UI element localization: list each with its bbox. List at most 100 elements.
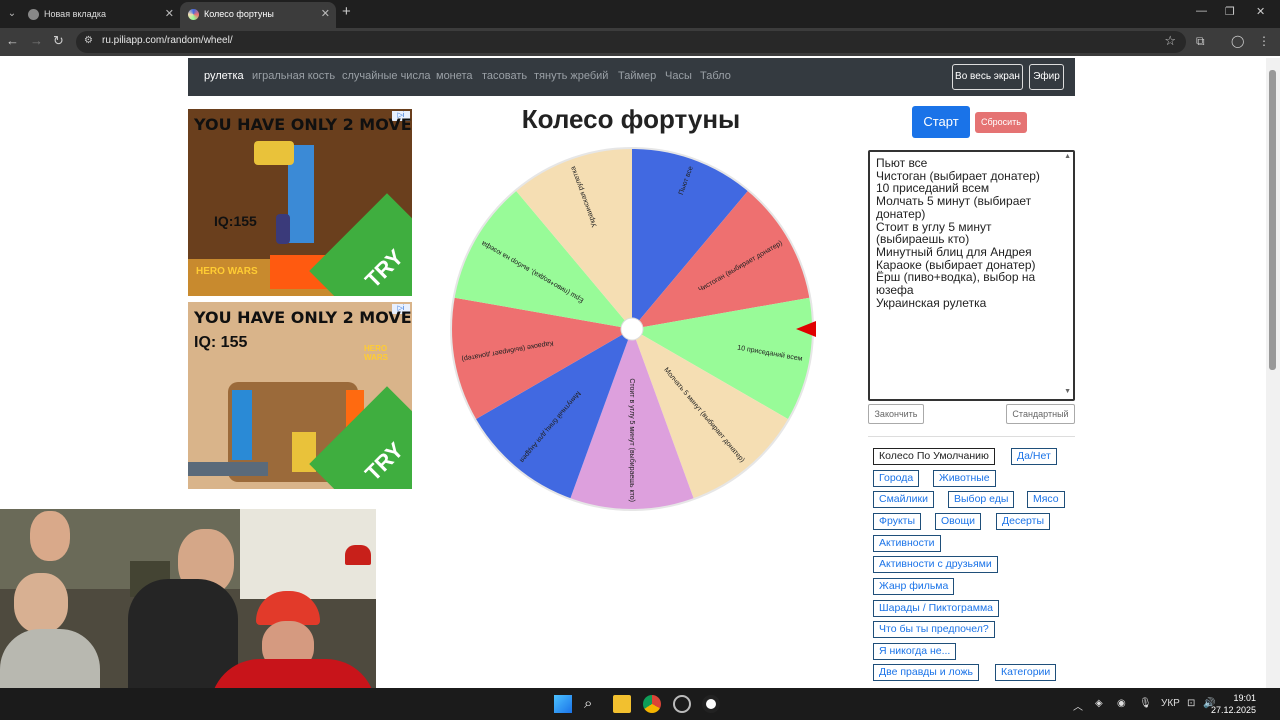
start-button[interactable]: Старт bbox=[912, 106, 970, 138]
nav-random-numbers[interactable]: случайные числа bbox=[342, 70, 430, 82]
ad-brand-logo: HERO WARS bbox=[196, 266, 258, 277]
wheel-segment-label: Стоит в углу 5 минут (выбираешь кто) bbox=[628, 378, 636, 502]
window-close-icon[interactable]: ✕ bbox=[1256, 5, 1265, 18]
back-icon[interactable]: ← bbox=[6, 33, 19, 48]
scrollbar-thumb[interactable] bbox=[1269, 70, 1276, 370]
language-indicator[interactable]: УКР bbox=[1161, 698, 1180, 709]
entry-line: Пьют все bbox=[876, 156, 928, 170]
page-scrollbar[interactable] bbox=[1266, 58, 1280, 688]
address-bar[interactable]: ⚙ ru.piliapp.com/random/wheel/ ☆ bbox=[76, 31, 1186, 53]
scroll-down-icon[interactable]: ▼ bbox=[1064, 388, 1071, 395]
profile-icon[interactable]: ◯ bbox=[1231, 34, 1244, 48]
globe-icon bbox=[28, 9, 39, 20]
nav-draw-lots[interactable]: тянуть жребий bbox=[534, 70, 608, 82]
nav-scoreboard[interactable]: Табло bbox=[700, 70, 731, 82]
preset-activities-with-friends[interactable]: Активности с друзьями bbox=[873, 556, 998, 573]
entry-line: Украинская рулетка bbox=[876, 295, 987, 310]
network-icon[interactable]: ⊡ bbox=[1187, 698, 1195, 709]
page-title: Колесо фортуны bbox=[521, 104, 741, 134]
menu-icon[interactable]: ⋮ bbox=[1258, 34, 1270, 48]
bookmark-star-icon[interactable]: ☆ bbox=[1164, 33, 1176, 49]
windows-taskbar: ⌕ ︿ ◈ ◉ 🎙 УКР ⊡ 🔊 19:01 27.12.2025 bbox=[0, 688, 1280, 720]
url-text: ru.piliapp.com/random/wheel/ bbox=[102, 35, 233, 46]
preset-vegetables[interactable]: Овощи bbox=[935, 513, 981, 530]
close-tab-icon[interactable]: ✕ bbox=[165, 2, 174, 26]
preset-animals[interactable]: Животные bbox=[933, 470, 996, 487]
preset-movie-genre[interactable]: Жанр фильма bbox=[873, 578, 955, 595]
clock-time: 19:01 bbox=[1233, 693, 1256, 703]
preset-food-choice[interactable]: Выбор еды bbox=[948, 491, 1015, 508]
extensions-icon[interactable]: ⧉ bbox=[1196, 34, 1205, 49]
preset-emoji[interactable]: Смайлики bbox=[873, 491, 934, 508]
tab-wheel[interactable]: Колесо фортуны ✕ bbox=[180, 2, 336, 28]
preset-activities[interactable]: Активности bbox=[873, 535, 941, 552]
preset-categories[interactable]: Категории bbox=[995, 664, 1057, 681]
site-info-icon[interactable]: ⚙ bbox=[84, 35, 93, 46]
site-favicon-icon bbox=[188, 9, 199, 20]
entry-line: Минутный блиц для Андрея bbox=[876, 244, 1032, 259]
divider bbox=[868, 436, 1075, 437]
ad-gold bbox=[254, 141, 294, 165]
webcam-santa-hat bbox=[345, 545, 371, 565]
search-icon[interactable]: ⌕ bbox=[584, 695, 602, 713]
app-icon[interactable] bbox=[673, 695, 691, 713]
preset-fruits[interactable]: Фрукты bbox=[873, 513, 922, 530]
browser-toolbar: ← → ↻ ⚙ ru.piliapp.com/random/wheel/ ☆ ⧉… bbox=[0, 28, 1280, 56]
nav-shuffle[interactable]: тасовать bbox=[482, 70, 527, 82]
ad-banner-1[interactable]: ▷i YOU HAVE ONLY 2 MOVES IQ:155 HERO WAR… bbox=[188, 109, 412, 296]
preset-cities[interactable]: Города bbox=[873, 470, 920, 487]
tab-new-tab[interactable]: Новая вкладка ✕ bbox=[20, 2, 180, 28]
ad-headline: YOU HAVE ONLY 2 MOVES bbox=[194, 308, 412, 327]
forward-icon[interactable]: → bbox=[30, 33, 43, 48]
ad-hero bbox=[276, 214, 290, 244]
entry-line: донатер) bbox=[876, 206, 926, 221]
restore-icon[interactable]: ❐ bbox=[1225, 5, 1235, 18]
wheel-center-hub bbox=[620, 317, 644, 341]
tab-title: Колесо фортуны bbox=[204, 9, 274, 19]
tab-search-icon[interactable]: ⌄ bbox=[4, 6, 20, 22]
ad-pipe bbox=[188, 462, 268, 476]
preset-charades[interactable]: Шарады / Пиктограмма bbox=[873, 600, 1000, 617]
broadcast-button[interactable]: Эфир bbox=[1029, 64, 1064, 90]
windows-start-icon[interactable] bbox=[554, 695, 572, 713]
close-tab-icon[interactable]: ✕ bbox=[321, 2, 330, 26]
webcam-person-head bbox=[30, 511, 70, 561]
nav-clock[interactable]: Часы bbox=[665, 70, 692, 82]
reset-button[interactable]: Сбросить bbox=[975, 112, 1027, 133]
file-explorer-icon[interactable] bbox=[613, 695, 631, 713]
preset-never-have-i-ever[interactable]: Я никогда не... bbox=[873, 643, 957, 660]
nav-coin[interactable]: монета bbox=[436, 70, 473, 82]
minimize-icon[interactable]: — bbox=[1196, 5, 1207, 17]
finish-button[interactable]: Закончить bbox=[868, 404, 924, 424]
tray-app-icon[interactable]: ◉ bbox=[1117, 698, 1126, 709]
ad-iq: IQ: 155 bbox=[194, 334, 248, 351]
clock[interactable]: 19:01 27.12.2025 bbox=[1211, 692, 1256, 716]
ad-try-corner bbox=[309, 193, 412, 296]
entry-line: Молчать 5 минут (выбирает bbox=[876, 194, 1032, 209]
new-tab-icon[interactable]: + bbox=[342, 3, 351, 20]
nav-dice[interactable]: игральная кость bbox=[252, 70, 335, 82]
microphone-icon[interactable]: 🎙 bbox=[1139, 698, 1152, 709]
fortune-wheel[interactable]: Пьют всеЧистоган (выбирает донатер)10 пр… bbox=[446, 143, 818, 515]
clock-date: 27.12.2025 bbox=[1210, 705, 1256, 715]
preset-two-truths-lie[interactable]: Две правды и ложь bbox=[873, 664, 979, 681]
preset-yes-no[interactable]: Да/Нет bbox=[1011, 448, 1057, 465]
ad-banner-2[interactable]: ▷i YOU HAVE ONLY 2 MOVES IQ: 155 HERO WA… bbox=[188, 302, 412, 489]
nav-timer[interactable]: Таймер bbox=[618, 70, 656, 82]
app-icon[interactable] bbox=[702, 695, 720, 713]
reload-icon[interactable]: ↻ bbox=[53, 33, 64, 49]
standard-button[interactable]: Стандартный bbox=[1006, 404, 1075, 424]
preset-meat[interactable]: Мясо bbox=[1027, 491, 1065, 508]
fullscreen-button[interactable]: Во весь экран bbox=[952, 64, 1023, 90]
preset-desserts[interactable]: Десерты bbox=[996, 513, 1051, 530]
tray-app-icon[interactable]: ◈ bbox=[1095, 698, 1103, 709]
nav-roulette[interactable]: рулетка bbox=[204, 70, 244, 82]
entries-textarea[interactable]: ▲ Пьют все Чистоган (выбирает донатер) 1… bbox=[868, 150, 1075, 401]
tray-chevron-icon[interactable]: ︿ bbox=[1073, 698, 1083, 713]
chrome-icon[interactable] bbox=[643, 695, 661, 713]
preset-would-you-rather[interactable]: Что бы ты предпочел? bbox=[873, 621, 995, 638]
entry-line: юзефа bbox=[876, 283, 914, 298]
preset-default-wheel[interactable]: Колесо По Умолчанию bbox=[873, 448, 995, 465]
ad-water bbox=[232, 390, 252, 460]
scroll-up-icon[interactable]: ▲ bbox=[1064, 153, 1071, 160]
